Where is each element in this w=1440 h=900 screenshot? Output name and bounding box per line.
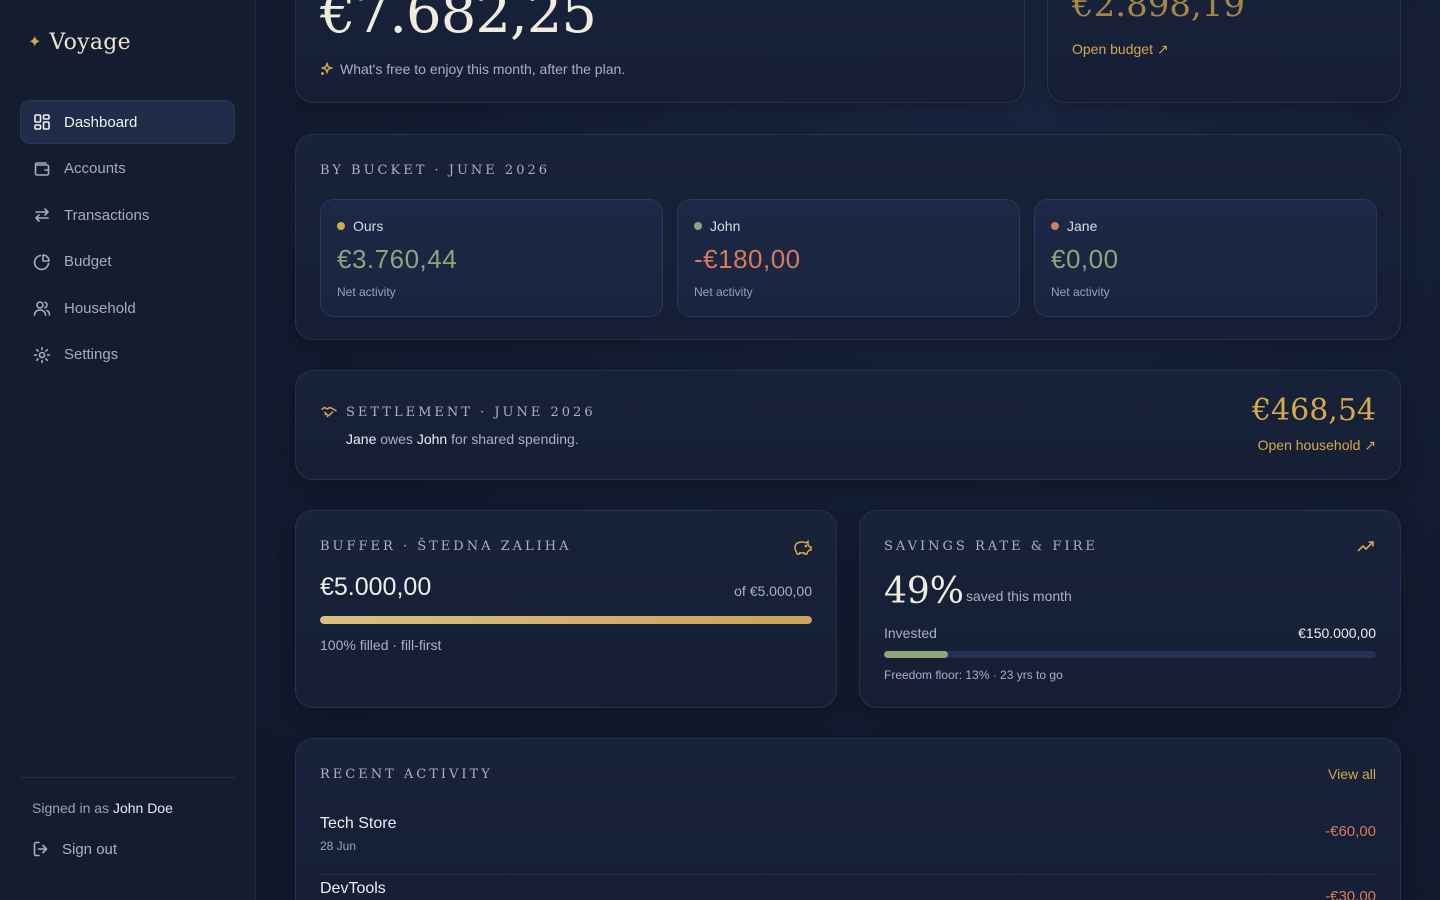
- sidebar-nav: Dashboard Accounts Transactions Budget H…: [20, 100, 235, 380]
- buffer-progress-fill: [320, 616, 812, 624]
- brand-name: Voyage: [49, 30, 131, 55]
- sign-out-button[interactable]: Sign out: [32, 840, 117, 858]
- users-icon: [33, 301, 51, 317]
- bucket-header: Ours: [337, 218, 383, 234]
- debtor-name: Jane: [346, 431, 377, 447]
- free-note-text: What's free to enjoy this month, after t…: [340, 61, 626, 77]
- handshake-icon: [321, 406, 337, 418]
- gear-icon: [33, 346, 51, 364]
- bucket-dot: [694, 222, 702, 230]
- savings-rate: 49%: [884, 571, 965, 612]
- sidebar-divider: [20, 777, 235, 778]
- sparkle-icon: ✦: [28, 33, 42, 51]
- bucket-label: Net activity: [337, 285, 396, 299]
- budget-card: €2.898,19 Open budget ↗: [1047, 0, 1401, 103]
- wallet-icon: [34, 161, 50, 176]
- free-note: What's free to enjoy this month, after t…: [320, 61, 625, 77]
- budget-amount: €2.898,19: [1072, 0, 1246, 25]
- buffer-amount: €5.000,00: [320, 573, 432, 601]
- bucket-ours[interactable]: Ours €3.760,44 Net activity: [320, 199, 663, 317]
- sidebar-item-label: Household: [64, 299, 136, 317]
- dashboard-grid-icon: [34, 114, 50, 130]
- settlement-suffix: for shared spending.: [451, 431, 579, 447]
- freedom-progress-bar: [884, 651, 1376, 658]
- buffer-card: BUFFER · ŠTEDNA ZALIHA €5.000,00 of €5.0…: [295, 510, 837, 708]
- activity-merchant: Tech Store: [320, 815, 397, 832]
- saved-label: saved this month: [966, 588, 1072, 604]
- bucket-jane[interactable]: Jane €0,00 Net activity: [1034, 199, 1377, 317]
- settlement-title: SETTLEMENT · JUNE 2026: [346, 404, 596, 420]
- invested-value: €150.000,00: [1298, 625, 1376, 641]
- bucket-dot: [1051, 222, 1059, 230]
- fire-title: SAVINGS RATE & FIRE: [884, 539, 1098, 554]
- freedom-floor-note: Freedom floor: 13% · 23 yrs to go: [884, 668, 1063, 682]
- bucket-header: John: [694, 218, 740, 234]
- logout-icon: [33, 841, 48, 857]
- freedom-progress-fill: [884, 651, 948, 658]
- bucket-label: Net activity: [1051, 285, 1110, 299]
- invested-label: Invested: [884, 625, 937, 641]
- settlement-verb: owes: [380, 431, 413, 447]
- activity-amount: -€60,00: [1325, 823, 1376, 840]
- bucket-label: Net activity: [694, 285, 753, 299]
- sidebar-item-label: Accounts: [64, 160, 126, 178]
- sidebar-item-settings[interactable]: Settings: [20, 333, 235, 377]
- view-all-link[interactable]: View all: [1328, 766, 1376, 782]
- settlement-card: SETTLEMENT · JUNE 2026 Jane owes John fo…: [295, 370, 1401, 480]
- settlement-amount: €468,54: [1251, 393, 1376, 428]
- bucket-john[interactable]: John -€180,00 Net activity: [677, 199, 1020, 317]
- activity-date: 28 Jun: [320, 839, 357, 853]
- sidebar-item-label: Dashboard: [64, 113, 138, 131]
- bucket-header: Jane: [1051, 218, 1097, 234]
- activity-amount: -€30,00: [1325, 888, 1376, 900]
- user-name: John Doe: [112, 800, 173, 816]
- sidebar-item-label: Budget: [64, 253, 112, 271]
- brand-logo[interactable]: ✦ Voyage: [28, 30, 131, 55]
- bucket-value: -€180,00: [694, 244, 801, 274]
- sidebar-item-budget[interactable]: Budget: [20, 240, 235, 284]
- sidebar-item-household[interactable]: Household: [20, 286, 235, 330]
- free-amount: €7.682,25: [320, 0, 597, 46]
- bucket-name: Jane: [1067, 218, 1098, 234]
- arrows-swap-icon: [35, 208, 49, 222]
- sign-out-label: Sign out: [62, 840, 118, 858]
- bucket-name: John: [710, 218, 741, 234]
- bucket-name: Ours: [353, 218, 384, 234]
- sidebar-item-transactions[interactable]: Transactions: [20, 193, 235, 237]
- recent-activity-card: RECENT ACTIVITY View all Tech Store 28 J…: [295, 738, 1401, 900]
- bucket-value: €3.760,44: [337, 244, 458, 274]
- activity-merchant: DevTools: [320, 880, 386, 897]
- bucket-value: €0,00: [1051, 244, 1119, 274]
- sparkles-icon: [320, 62, 334, 75]
- open-household-link[interactable]: Open household ↗: [1258, 437, 1376, 454]
- free-to-enjoy-card: €7.682,25 What's free to enjoy this mont…: [295, 0, 1025, 103]
- bucket-dot: [337, 222, 345, 230]
- signed-in-prefix: Signed in as: [32, 800, 110, 816]
- piggy-bank-icon: [794, 540, 812, 555]
- sidebar-item-accounts[interactable]: Accounts: [20, 147, 235, 191]
- activity-title: RECENT ACTIVITY: [320, 767, 493, 782]
- trending-up-icon: [1357, 541, 1374, 552]
- activity-row[interactable]: Tech Store 28 Jun -€60,00: [320, 815, 1376, 875]
- sidebar-item-label: Settings: [64, 346, 119, 364]
- activity-row[interactable]: DevTools -€30,00: [320, 880, 1376, 900]
- settlement-header: SETTLEMENT · JUNE 2026: [320, 403, 596, 421]
- savings-fire-card: SAVINGS RATE & FIRE 49% saved this month…: [859, 510, 1401, 708]
- by-bucket-title: BY BUCKET · JUNE 2026: [320, 163, 551, 178]
- sidebar-item-label: Transactions: [64, 206, 150, 224]
- settlement-description: Jane owes John for shared spending.: [346, 431, 579, 447]
- by-bucket-card: BY BUCKET · JUNE 2026 Ours €3.760,44 Net…: [295, 134, 1401, 340]
- buffer-target: of €5.000,00: [734, 583, 812, 599]
- pie-chart-icon: [33, 253, 50, 270]
- buffer-title: BUFFER · ŠTEDNA ZALIHA: [320, 539, 572, 554]
- sidebar: ✦ Voyage Dashboard Accounts Transactions…: [0, 0, 256, 900]
- creditor-name: John: [416, 431, 448, 447]
- buffer-note: 100% filled · fill-first: [320, 637, 442, 653]
- signed-in-info: Signed in as John Doe: [32, 800, 173, 816]
- buffer-progress-bar: [320, 616, 812, 624]
- open-budget-link[interactable]: Open budget ↗: [1072, 41, 1169, 58]
- sidebar-item-dashboard[interactable]: Dashboard: [20, 100, 235, 144]
